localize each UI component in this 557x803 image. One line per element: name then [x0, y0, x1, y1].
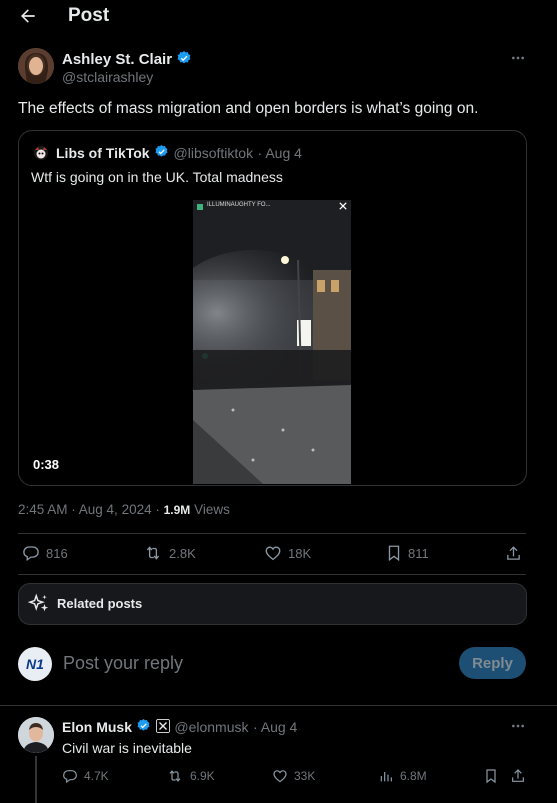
reply-date: · Aug 4: [252, 719, 298, 736]
quoted-author-handle: @libsoftiktok: [173, 145, 254, 162]
quoted-post[interactable]: Libs of TikTok @libsoftiktok · Aug 4 Wtf…: [18, 130, 527, 486]
reply-like-button[interactable]: 33K: [272, 768, 315, 784]
reply-thread-line: [35, 756, 37, 803]
video-duration: 0:38: [33, 457, 60, 472]
quoted-avatar: [33, 145, 49, 161]
like-button[interactable]: 18K: [264, 544, 311, 562]
verified-badge-icon: [154, 144, 169, 164]
share-icon[interactable]: [505, 545, 522, 562]
back-arrow-icon[interactable]: [18, 6, 38, 26]
quoted-date: · Aug 4: [257, 145, 302, 162]
share-icon[interactable]: [510, 768, 526, 784]
quoted-author-name: Libs of TikTok: [56, 145, 150, 162]
repost-button[interactable]: 2.8K: [143, 544, 196, 562]
divider: [18, 574, 526, 575]
reply-text: Civil war is inevitable: [62, 740, 192, 756]
composer-avatar-text: N1: [26, 656, 44, 672]
more-options-icon[interactable]: [510, 718, 526, 734]
video-player[interactable]: ILLUMINAUGHTY FO...: [193, 200, 351, 484]
bookmark-button[interactable]: 811: [386, 544, 429, 562]
video-thumbnail: [193, 200, 351, 484]
reply-submit-button[interactable]: Reply: [459, 647, 526, 679]
x-affiliate-badge-icon: [155, 718, 170, 738]
bookmark-icon[interactable]: [484, 768, 498, 784]
close-icon[interactable]: [339, 202, 347, 210]
reply-input[interactable]: Post your reply: [63, 653, 183, 674]
repost-icon: [166, 768, 184, 784]
reply-views-button[interactable]: 6.8M: [378, 768, 427, 784]
reply-repost-button[interactable]: 6.9K: [166, 768, 215, 784]
divider: [0, 705, 557, 706]
reply-reply-button[interactable]: 4.7K: [62, 768, 109, 784]
reply-views-count: 6.8M: [400, 769, 427, 783]
related-posts-button[interactable]: Related posts: [18, 583, 527, 625]
verified-badge-icon: [176, 50, 192, 70]
sparkle-icon: [28, 593, 50, 615]
verified-badge-icon: [136, 718, 151, 738]
related-posts-label: Related posts: [57, 596, 143, 611]
composer-avatar[interactable]: N1: [18, 647, 52, 681]
divider: [18, 533, 526, 534]
reply-icon: [62, 768, 78, 784]
reply-reply-count: 4.7K: [84, 769, 109, 783]
author-name[interactable]: Ashley St. Clair: [62, 50, 192, 70]
reply-author-name[interactable]: Elon Musk: [62, 719, 132, 735]
avatar[interactable]: [18, 48, 54, 84]
reply-icon: [22, 544, 40, 562]
video-overlay-avatar: [197, 204, 203, 210]
reply-count: 816: [46, 545, 68, 561]
bookmark-count: 811: [408, 545, 429, 561]
heart-icon: [272, 768, 288, 784]
more-options-icon[interactable]: [510, 50, 526, 66]
post-timestamp[interactable]: 2:45 AM · Aug 4, 2024 ·: [18, 502, 160, 517]
page-title: Post: [68, 5, 110, 26]
views-label: Views: [194, 502, 230, 517]
heart-icon: [264, 544, 282, 562]
author-handle[interactable]: @stclairashley: [62, 69, 153, 85]
views-count: 1.9M: [163, 503, 191, 517]
reply-avatar[interactable]: [18, 717, 54, 753]
repost-count: 2.8K: [169, 545, 196, 561]
analytics-icon: [378, 768, 394, 784]
bookmark-icon: [386, 544, 402, 562]
reply-author-handle[interactable]: @elonmusk: [174, 719, 248, 735]
reply-repost-count: 6.9K: [190, 769, 215, 783]
reply-button[interactable]: 816: [22, 544, 68, 562]
repost-icon: [143, 544, 163, 562]
post-text: The effects of mass migration and open b…: [18, 100, 479, 117]
like-count: 18K: [288, 545, 312, 561]
video-overlay-label: ILLUMINAUGHTY FO...: [207, 202, 271, 208]
quoted-text: Wtf is going on in the UK. Total madness: [31, 169, 283, 185]
reply-like-count: 33K: [294, 769, 316, 783]
